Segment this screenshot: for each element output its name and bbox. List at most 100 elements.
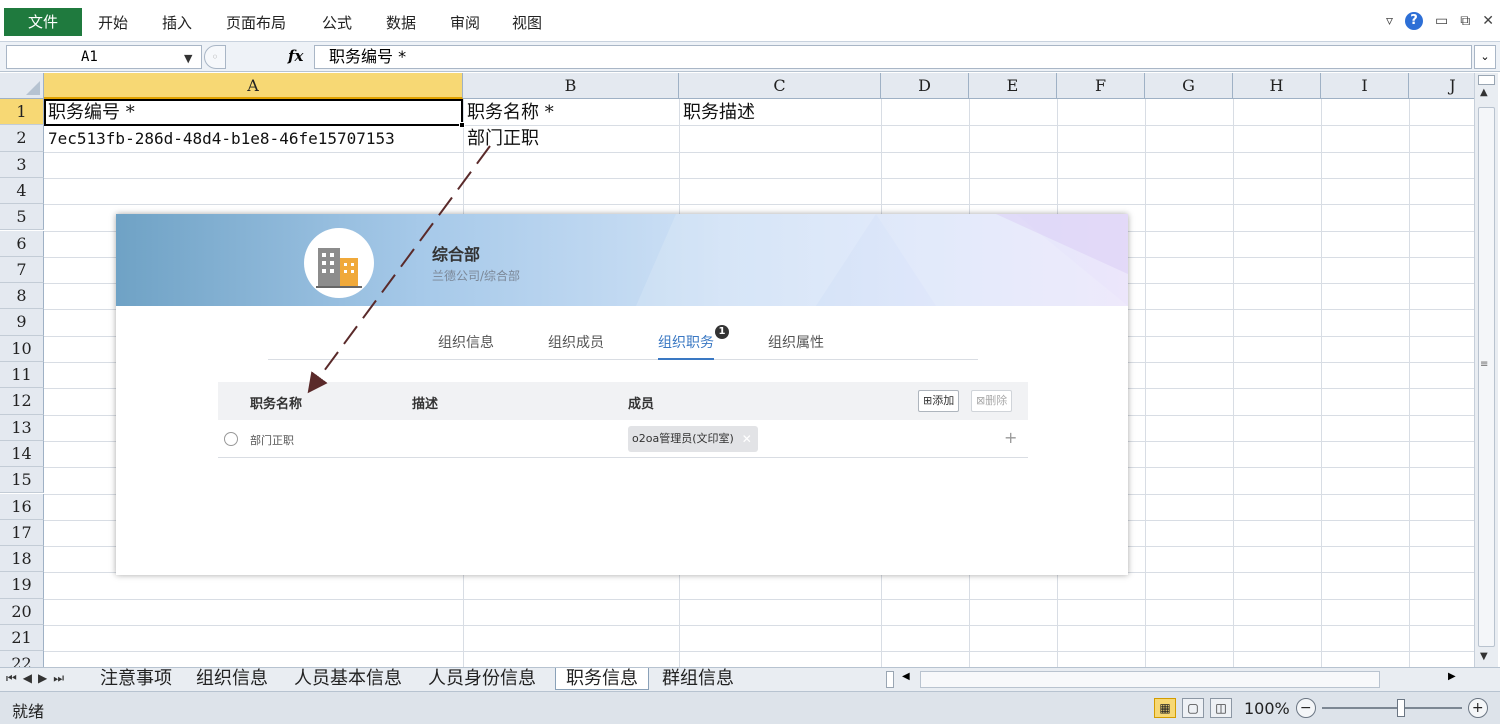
scroll-left-icon[interactable]: ◀ (902, 671, 910, 682)
cell-b2[interactable]: 部门正职 (463, 126, 539, 152)
file-tab[interactable]: 文件 (4, 8, 82, 36)
zoom-out-icon[interactable]: − (1295, 698, 1316, 718)
row-header[interactable]: 18 (0, 546, 44, 573)
page-layout-view-icon[interactable]: ▢ (1182, 698, 1204, 718)
vertical-scroll-thumb[interactable] (1478, 107, 1495, 647)
sheet-tab-duty-info[interactable]: 职务信息 (555, 668, 649, 690)
row-header[interactable]: 19 (0, 572, 44, 599)
row-header[interactable]: 16 (0, 493, 44, 520)
expand-formula-icon[interactable]: ⌄ (1474, 45, 1496, 69)
member-name: o2oa管理员(文印室) (632, 432, 734, 445)
cell-a2[interactable]: 7ec513fb-286d-48d4-b1e8-46fe15707153 (44, 126, 395, 152)
delete-duty-button[interactable]: ⊠删除 (971, 390, 1013, 412)
tab-org-info[interactable]: 组织信息 (438, 332, 494, 352)
add-duty-button[interactable]: ⊞添加 (918, 390, 960, 412)
zoom-in-icon[interactable]: + (1467, 698, 1488, 718)
column-gridline (1233, 99, 1234, 667)
row-header[interactable]: 22 (0, 651, 44, 667)
row-header[interactable]: 15 (0, 467, 44, 494)
ribbon-menu-bar: 文件 开始 插入 页面布局 公式 数据 审阅 视图 ▿ ? ▭ ⧉ ✕ (0, 0, 1500, 42)
row-header[interactable]: 11 (0, 362, 44, 389)
org-path: 兰德公司/综合部 (432, 269, 521, 283)
row-header[interactable]: 9 (0, 309, 44, 336)
zoom-slider[interactable] (1321, 699, 1462, 717)
column-header-b[interactable]: B (463, 73, 679, 99)
select-all-corner[interactable] (0, 73, 44, 99)
split-box-icon[interactable] (1478, 75, 1495, 85)
row-header[interactable]: 2 (0, 125, 44, 152)
row-header[interactable]: 6 (0, 230, 44, 257)
row-header[interactable]: 3 (0, 151, 44, 178)
column-header-i[interactable]: I (1321, 73, 1409, 99)
row-header[interactable]: 10 (0, 335, 44, 362)
column-header-c[interactable]: C (679, 73, 881, 99)
add-icon: ⊞ (923, 394, 933, 407)
close-icon[interactable]: ✕ (1482, 13, 1494, 29)
sheet-tab-person-identity[interactable]: 人员身份信息 (418, 668, 546, 690)
restore-icon[interactable]: ⧉ (1460, 13, 1470, 29)
cell-b1[interactable]: 职务名称 * (463, 100, 554, 126)
zoom-slider-knob[interactable] (1396, 699, 1405, 717)
row-header[interactable]: 1 (0, 99, 44, 126)
column-header-g[interactable]: G (1145, 73, 1233, 99)
column-header-f[interactable]: F (1057, 73, 1145, 99)
duty-row[interactable]: 部门正职 o2oa管理员(文印室) ✕ + (218, 420, 1028, 458)
menu-formulas[interactable]: 公式 (322, 12, 352, 33)
row-header[interactable]: 7 (0, 256, 44, 284)
row-select-radio[interactable] (224, 432, 238, 446)
column-header-e[interactable]: E (969, 73, 1057, 99)
column-header-d[interactable]: D (881, 73, 969, 99)
column-header-j[interactable]: J (1409, 73, 1474, 99)
tab-org-members[interactable]: 组织成员 (548, 332, 604, 352)
row-header[interactable]: 21 (0, 625, 44, 652)
zoom-level[interactable]: 100% (1244, 699, 1290, 718)
member-chip[interactable]: o2oa管理员(文印室) ✕ (628, 426, 758, 452)
sheet-tab-org-info[interactable]: 组织信息 (186, 668, 278, 690)
menu-home[interactable]: 开始 (98, 12, 128, 33)
menu-page-layout[interactable]: 页面布局 (226, 12, 286, 33)
row-header[interactable]: 4 (0, 177, 44, 205)
tab-org-duties[interactable]: 组织职务 (658, 332, 714, 360)
column-header-a[interactable]: A (44, 73, 463, 99)
row-header[interactable]: 20 (0, 598, 44, 625)
row-header[interactable]: 5 (0, 204, 44, 231)
row-header[interactable]: 8 (0, 283, 44, 310)
formula-input[interactable]: 职务编号 * (314, 45, 1472, 69)
scroll-up-icon[interactable]: ▲ (1480, 87, 1488, 98)
chevron-down-icon[interactable]: ▼ (184, 52, 192, 65)
name-box[interactable]: A1 (6, 45, 202, 69)
sheet-nav-arrows-icon[interactable]: ⏮◀▶⏭ (6, 671, 70, 686)
formula-bar-splitter[interactable]: ◦ (204, 45, 226, 69)
add-member-icon[interactable]: + (1004, 428, 1017, 447)
row-header[interactable]: 12 (0, 388, 44, 415)
remove-member-icon[interactable]: ✕ (742, 426, 752, 452)
menu-view[interactable]: 视图 (512, 12, 542, 33)
menu-insert[interactable]: 插入 (162, 12, 192, 33)
menu-data[interactable]: 数据 (386, 12, 416, 33)
scroll-right-icon[interactable]: ▶ (1448, 671, 1456, 682)
sheet-tab-notes[interactable]: 注意事项 (90, 668, 182, 690)
row-header[interactable]: 17 (0, 519, 44, 547)
normal-view-icon[interactable]: ▦ (1154, 698, 1176, 718)
page-break-view-icon[interactable]: ◫ (1210, 698, 1232, 718)
tab-org-attributes[interactable]: 组织属性 (768, 332, 824, 352)
vertical-scrollbar[interactable]: ▲ ≡ ▼ (1474, 73, 1498, 667)
scroll-down-icon[interactable]: ▼ (1480, 651, 1488, 662)
org-tabs: 组织信息 组织成员 组织职务 组织属性 (268, 332, 978, 360)
insert-function-icon[interactable]: fx (288, 47, 303, 65)
cell-c1[interactable]: 职务描述 (679, 100, 755, 126)
fill-handle[interactable] (459, 122, 465, 128)
horizontal-scrollbar[interactable]: ◀ ▶ (886, 670, 1476, 689)
column-header-h[interactable]: H (1233, 73, 1321, 99)
sheet-tab-group-info[interactable]: 群组信息 (652, 668, 744, 690)
sheet-tab-bar: ⏮◀▶⏭ 注意事项 组织信息 人员基本信息 人员身份信息 职务信息 群组信息 ◀… (0, 667, 1500, 691)
sheet-tab-person-basic[interactable]: 人员基本信息 (284, 668, 412, 690)
ribbon-collapse-icon[interactable]: ▿ (1386, 13, 1393, 29)
help-icon[interactable]: ? (1405, 12, 1424, 30)
horizontal-scroll-thumb[interactable] (920, 671, 1380, 688)
tab-split-handle[interactable] (886, 671, 894, 688)
row-header[interactable]: 14 (0, 440, 44, 468)
menu-review[interactable]: 审阅 (450, 12, 480, 33)
minimize-icon[interactable]: ▭ (1435, 13, 1448, 29)
row-header[interactable]: 13 (0, 414, 44, 441)
